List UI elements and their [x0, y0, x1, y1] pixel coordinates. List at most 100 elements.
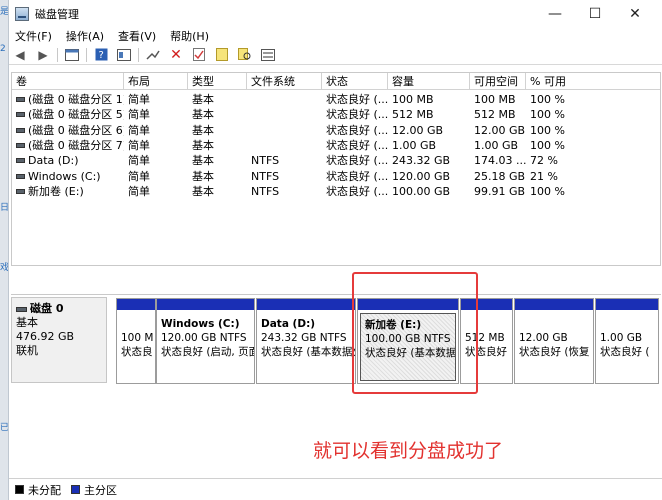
cell-status: 状态良好 (... [326, 138, 388, 152]
cell-percent-free: 72 % [530, 154, 558, 168]
partition-status: 状态良 [121, 346, 153, 358]
disk-management-app-icon [15, 6, 29, 21]
column-header-capacity[interactable]: 容量 [388, 73, 470, 90]
help-icon[interactable]: ? [92, 47, 110, 63]
partition-block[interactable]: 1.00 GB 状态良好 ( [595, 298, 659, 384]
column-header-type[interactable]: 类型 [188, 73, 247, 90]
cell-filesystem [251, 123, 322, 138]
cell-volume: (磁盘 0 磁盘分区 1) [28, 93, 124, 106]
volume-row[interactable]: (磁盘 0 磁盘分区 7) 简单 基本 状态良好 (... 1.00 GB 1.00 GB… [12, 138, 660, 153]
cell-capacity: 100 MB [392, 93, 434, 106]
disk-type: 基本 [16, 316, 38, 329]
menu-bar: 文件(F) 操作(A) 查看(V) 帮助(H) [9, 27, 662, 45]
cell-percent-free: 100 % [530, 138, 565, 152]
cell-layout: 简单 [128, 184, 150, 198]
partition-size: 1.00 GB [600, 332, 643, 344]
legend-label-unallocated: 未分配 [28, 483, 61, 497]
partition-text: 100 M 状态良 [117, 311, 155, 359]
column-header-free-space[interactable]: 可用空间 [470, 73, 526, 90]
column-header-filesystem[interactable]: 文件系统 [247, 73, 322, 90]
toolbar-separator [57, 47, 58, 62]
volume-list[interactable]: 卷 布局 类型 文件系统 状态 容量 可用空间 % 可用 (磁盘 0 磁盘分区 … [11, 72, 661, 266]
column-header-layout[interactable]: 布局 [124, 73, 188, 90]
partition-status: 状态良好 (基本数据分 [261, 346, 355, 358]
cell-percent-free: 100 % [530, 108, 565, 122]
cell-free-space: 25.18 GB [474, 169, 526, 183]
cell-capacity: 1.00 GB [392, 138, 437, 152]
window-icon[interactable] [259, 47, 277, 63]
volume-icon [16, 142, 25, 148]
cell-capacity: 100.00 GB [392, 184, 451, 198]
cell-filesystem: NTFS [251, 154, 280, 168]
folder-icon[interactable] [213, 47, 231, 63]
volume-row[interactable]: (磁盘 0 磁盘分区 5) 简单 基本 状态良好 (... 512 MB 512 MB 10… [12, 107, 660, 122]
partition-status: 状态良好 (启动, 页面 [161, 346, 254, 358]
cell-type: 基本 [192, 169, 214, 183]
cell-filesystem [251, 92, 322, 107]
cell-filesystem [251, 107, 322, 122]
properties-icon[interactable] [115, 47, 133, 63]
maximize-button[interactable]: ☐ [575, 0, 615, 27]
partition-block[interactable]: Data (D:) 243.32 GB NTFS 状态良好 (基本数据分 [256, 298, 356, 384]
menu-view[interactable]: 查看(V) [118, 28, 156, 44]
cell-filesystem: NTFS [251, 169, 280, 183]
cell-layout: 简单 [128, 108, 150, 122]
disk-size: 476.92 GB [16, 330, 75, 343]
minimize-button[interactable]: — [535, 0, 575, 27]
disk-icon [16, 306, 27, 312]
title-bar[interactable]: 磁盘管理 — ☐ ✕ [9, 0, 662, 27]
volume-row[interactable]: (磁盘 0 磁盘分区 1) 简单 基本 状态良好 (... 100 MB 100 MB 10… [12, 92, 660, 107]
back-arrow-icon[interactable]: ◀ [11, 47, 29, 63]
menu-action[interactable]: 操作(A) [66, 28, 104, 44]
cell-free-space: 174.03 ... [474, 154, 526, 168]
cell-layout: 简单 [128, 93, 150, 106]
volume-row[interactable]: (磁盘 0 磁盘分区 6) 简单 基本 状态良好 (... 12.00 GB 12.00 … [12, 123, 660, 138]
partition-size: 100 M [121, 332, 154, 344]
partition-status: 状态良好 ( [600, 346, 650, 358]
console-icon[interactable] [63, 47, 81, 63]
cell-volume: (磁盘 0 磁盘分区 6) [28, 123, 124, 137]
partition-bar [515, 299, 593, 311]
partition-bar [257, 299, 355, 311]
partition-size: 243.32 GB NTFS [261, 332, 347, 344]
connect-icon[interactable] [144, 47, 162, 63]
forward-arrow-icon[interactable]: ▶ [34, 47, 52, 63]
legend-item-unallocated: 未分配 [15, 482, 61, 498]
cell-filesystem [251, 138, 322, 153]
volume-row[interactable]: Data (D:) 简单 基本 NTFS 状态良好 (... 243.32 GB 174.0… [12, 153, 660, 168]
menu-help[interactable]: 帮助(H) [170, 28, 209, 44]
cell-percent-free: 100 % [530, 93, 565, 106]
volume-row[interactable]: 新加卷 (E:) 简单 基本 NTFS 状态良好 (... 100.00 GB 99.91 … [12, 184, 660, 199]
cell-capacity: 243.32 GB [392, 154, 451, 168]
toolbar: ◀ ▶ ? ✕ [9, 45, 662, 65]
cell-layout: 简单 [128, 123, 150, 137]
cell-volume: 新加卷 (E:) [28, 184, 84, 198]
cell-layout: 简单 [128, 169, 150, 183]
cell-type: 基本 [192, 123, 214, 137]
volume-icon [16, 158, 25, 164]
column-header-percent-free[interactable]: % 可用 [526, 73, 660, 90]
legend-item-primary: 主分区 [71, 482, 117, 498]
cell-capacity: 512 MB [392, 108, 434, 122]
volume-icon [16, 188, 25, 194]
column-header-volume[interactable]: 卷 [12, 73, 124, 90]
search-icon[interactable] [236, 47, 254, 63]
volume-icon [16, 112, 25, 118]
toolbar-separator [86, 47, 87, 62]
close-button[interactable]: ✕ [615, 0, 655, 27]
delete-icon[interactable]: ✕ [167, 47, 185, 63]
partition-block[interactable]: Windows (C:) 120.00 GB NTFS 状态良好 (启动, 页面 [156, 298, 255, 384]
cell-type: 基本 [192, 108, 214, 122]
column-header-status[interactable]: 状态 [322, 73, 388, 90]
menu-file[interactable]: 文件(F) [15, 28, 52, 44]
cell-free-space: 99.91 GB [474, 184, 526, 198]
check-icon[interactable] [190, 47, 208, 63]
volume-row[interactable]: Windows (C:) 简单 基本 NTFS 状态良好 (... 120.00 GB 25… [12, 169, 660, 184]
cell-type: 基本 [192, 93, 214, 106]
disk-0-info[interactable]: 磁盘 0 基本 476.92 GB 联机 [11, 297, 107, 383]
cell-free-space: 12.00 GB [474, 123, 526, 137]
partition-block[interactable]: 100 M 状态良 [116, 298, 156, 384]
disk-management-window: 磁盘管理 — ☐ ✕ 文件(F) 操作(A) 查看(V) 帮助(H) ◀ ▶ ?… [8, 0, 662, 500]
background-desktop-strip: 是2日戏已 [0, 0, 9, 500]
partition-block[interactable]: 12.00 GB 状态良好 (恢复 [514, 298, 594, 384]
